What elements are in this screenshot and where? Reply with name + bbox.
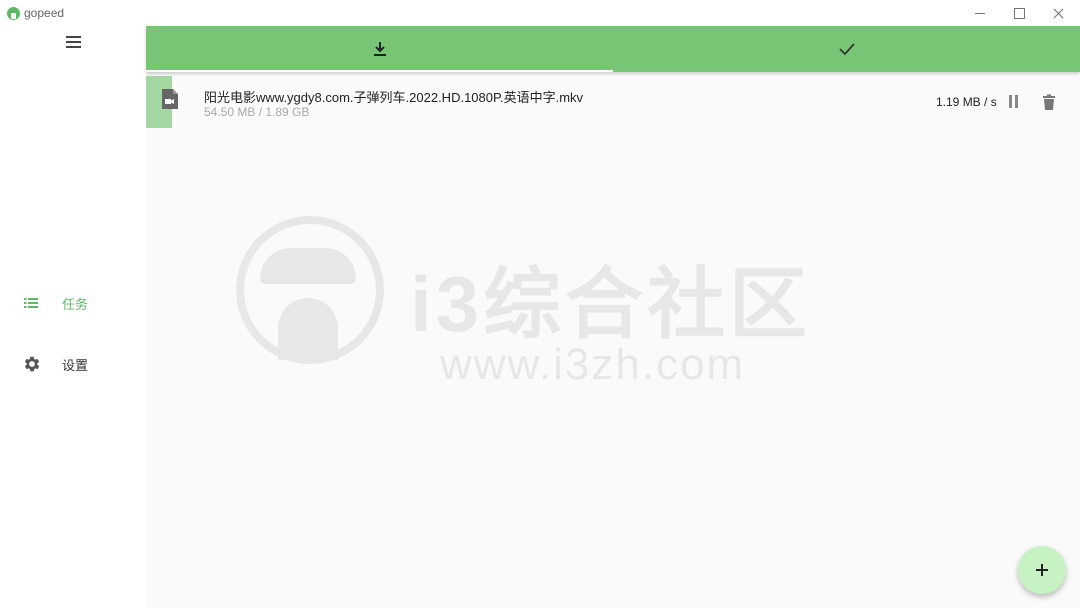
tab-indicator [146,70,613,72]
app-logo-icon [7,7,20,20]
watermark-logo-icon [236,216,384,364]
app-title: gopeed [24,6,65,20]
watermark: i3综合社区 www.i3zh.com [230,210,830,400]
hamburger-icon [66,36,81,38]
menu-button[interactable] [58,36,88,50]
task-name: 阳光电影www.ygdy8.com.子弹列车.2022.HD.1080P.英语中… [204,90,584,105]
check-icon [838,43,855,56]
sidebar-item-tasks[interactable]: 任务 [0,283,146,323]
maximize-button[interactable] [999,0,1039,26]
download-icon [373,42,386,56]
tab-downloading[interactable] [146,26,613,72]
sidebar-item-label: 任务 [62,296,89,312]
close-button[interactable] [1038,0,1078,26]
minimize-button[interactable] [960,0,1000,26]
pause-icon [1009,95,1012,108]
delete-button[interactable] [1039,92,1059,112]
plus-icon [1036,564,1048,576]
tab-completed[interactable] [613,26,1080,72]
add-task-button[interactable] [1018,546,1066,594]
close-icon [1053,8,1063,18]
task-speed: 1.19 MB / s [936,95,997,109]
watermark-brand: i3综合社区 [410,260,812,348]
sidebar-item-settings[interactable]: 设置 [0,344,146,384]
video-file-icon [162,89,178,109]
tab-bar [146,26,1080,72]
sidebar: 任务 设置 [0,26,146,608]
title-bar: gopeed [0,0,1080,26]
watermark-url: www.i3zh.com [440,340,746,389]
pause-button[interactable] [1004,92,1024,112]
trash-icon [1043,94,1055,110]
task-size: 54.50 MB / 1.89 GB [204,105,310,119]
gear-icon [24,356,40,372]
task-row[interactable]: 阳光电影www.ygdy8.com.子弹列车.2022.HD.1080P.英语中… [146,76,1080,128]
sidebar-item-label: 设置 [62,357,89,373]
list-icon [24,298,38,308]
